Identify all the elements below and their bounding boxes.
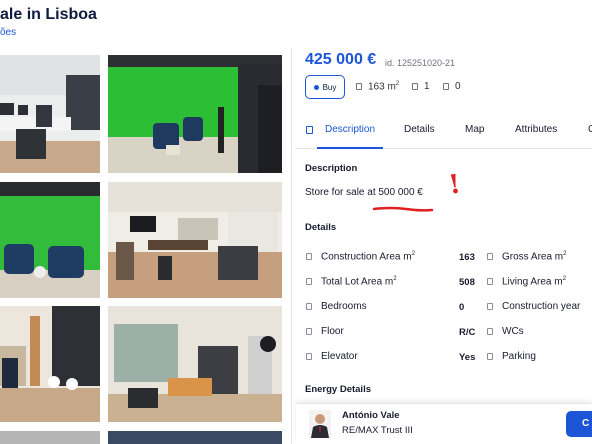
baths-feature: 0 [443, 81, 461, 92]
tab-details[interactable]: Details [404, 124, 435, 135]
buy-badge: Buy [305, 75, 345, 99]
detail-construction-year: Construction year [487, 301, 580, 312]
rooms-feature: 1 [412, 81, 430, 92]
agent-avatar [309, 410, 331, 438]
agent-company: RE/MAX Trust III [342, 425, 413, 436]
gallery-photo-workspace-tv[interactable] [108, 182, 282, 298]
detail-living-area: Living Area m2 [487, 276, 566, 287]
detail-parking: Parking [487, 351, 536, 362]
baths-value: 0 [455, 81, 461, 92]
listing-id: id. 125251020-21 [385, 58, 456, 68]
listing-tabs: Description Details Map Attributes C [295, 113, 592, 149]
detail-bedrooms: Bedrooms [306, 301, 367, 312]
bath-icon [443, 83, 449, 90]
description-heading: Description [305, 163, 358, 174]
elevator-icon [306, 353, 312, 360]
contact-agent-button[interactable]: C [566, 411, 592, 437]
detail-construction-area: Construction Area m2 [306, 251, 415, 262]
details-heading: Details [305, 222, 337, 233]
gallery-photo-green-screen-studio[interactable] [108, 55, 282, 173]
description-text: Store for sale at 500 000 € [305, 187, 423, 198]
exclamation-annotation: ! [446, 169, 463, 201]
detail-elevator: Elevator [306, 351, 358, 362]
photo-gallery [0, 55, 283, 444]
detail-total-lot-area: Total Lot Area m2 [306, 276, 397, 287]
bedrooms-icon [306, 303, 312, 310]
floor-icon [306, 328, 312, 335]
buy-dot-icon [313, 84, 319, 90]
lot-area-icon [306, 278, 312, 286]
gallery-photo-kitchen-area[interactable] [0, 306, 100, 422]
gallery-photo-office-desk[interactable] [0, 55, 100, 173]
gallery-photo-extra-2[interactable] [108, 431, 282, 444]
location-link[interactable]: ões [0, 27, 16, 38]
agent-name: António Vale [342, 410, 400, 421]
tab-more[interactable]: C [588, 124, 592, 135]
gross-area-icon [487, 253, 493, 261]
detail-floor: Floor [306, 326, 344, 337]
wc-icon [487, 328, 493, 335]
gallery-photo-green-screen-sofa[interactable] [0, 182, 100, 298]
gallery-photo-equipment-room[interactable] [108, 306, 282, 422]
listing-price: 425 000 € [305, 51, 377, 68]
tab-attributes[interactable]: Attributes [515, 124, 557, 135]
detail-gross-area: Gross Area m2 [487, 251, 566, 262]
elevator-value: Yes [459, 352, 476, 363]
construction-area-icon [306, 253, 312, 261]
parking-icon [487, 353, 493, 360]
bed-icon [412, 83, 418, 90]
total-lot-area-value: 508 [459, 277, 475, 288]
floor-value: R/C [459, 327, 476, 338]
construction-year-icon [487, 303, 493, 310]
description-tab-icon [306, 126, 313, 134]
agent-contact-bar: António Vale RE/MAX Trust III C [296, 403, 592, 444]
buy-label: Buy [322, 82, 337, 92]
tab-description[interactable]: Description [325, 124, 375, 135]
red-underline-annotation [372, 206, 434, 212]
active-tab-indicator [317, 147, 383, 149]
energy-details-heading: Energy Details [305, 384, 371, 395]
construction-area-value: 163 [459, 252, 475, 263]
area-feature: 163 m2 [356, 81, 399, 92]
tab-map[interactable]: Map [465, 124, 484, 135]
living-area-icon [487, 278, 493, 286]
page-title: ale in Lisboa [0, 6, 97, 23]
area-icon [356, 83, 362, 91]
area-value: 163 m2 [368, 81, 400, 93]
gallery-photo-extra-1[interactable] [0, 431, 100, 444]
rooms-value: 1 [424, 81, 430, 92]
detail-wcs: WCs [487, 326, 524, 337]
column-divider [291, 48, 292, 444]
bedrooms-value: 0 [459, 302, 465, 313]
